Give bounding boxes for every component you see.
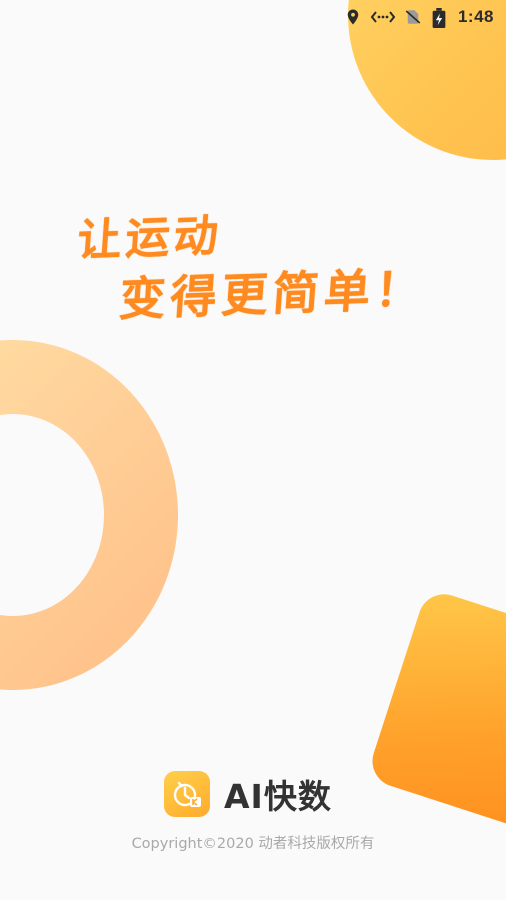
decorative-ring-left — [0, 340, 178, 690]
status-time: 1:48 — [457, 7, 494, 26]
location-icon — [344, 8, 362, 26]
status-bar: 1:48 — [344, 0, 506, 34]
slogan: 让运动 变得更简单！ — [0, 196, 506, 336]
decorative-tile-bottom-right — [365, 587, 506, 837]
battery-charging-icon — [430, 8, 448, 29]
copyright-text: Copyright©2020 动者科技版权所有 — [131, 836, 375, 852]
brand: AI快数 — [164, 770, 332, 818]
stopwatch-logo-icon — [164, 771, 210, 817]
data-transfer-icon — [370, 8, 396, 26]
brand-name: AI快数 — [224, 777, 332, 816]
no-sim-icon — [404, 8, 422, 26]
slogan-line-1: 让运动 — [75, 210, 224, 267]
slogan-line-2: 变得更简单！ — [117, 261, 429, 327]
splash-screen: 1:48 让运动 变得更简单！ AI快数 Copyright©2020 动者科技… — [0, 0, 506, 900]
